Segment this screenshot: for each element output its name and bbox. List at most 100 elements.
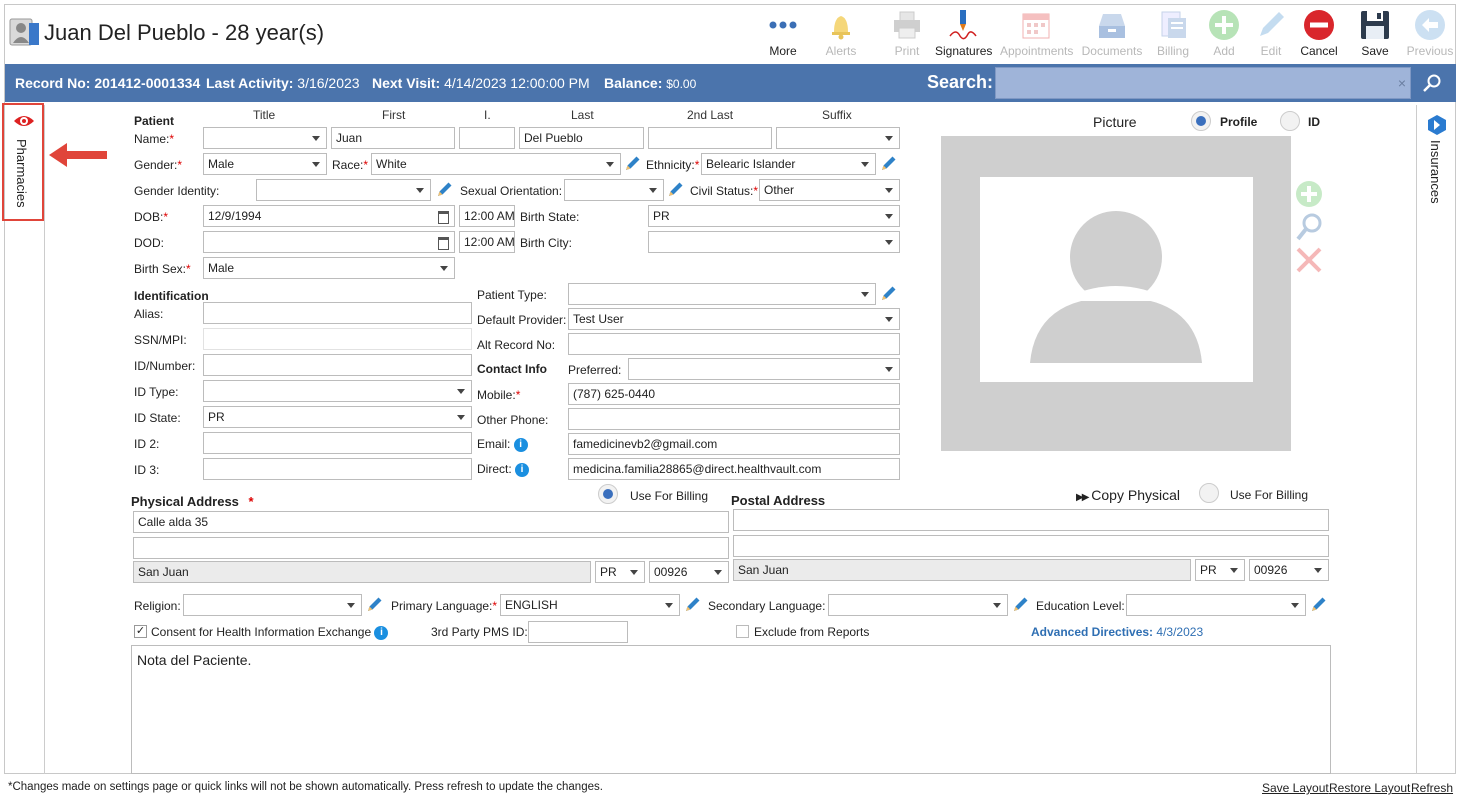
postal-address-line1[interactable] (733, 509, 1329, 531)
postal-use-billing-radio[interactable] (1199, 483, 1219, 503)
edit-patient-type-pencil-icon[interactable] (880, 284, 898, 302)
edit-primary-language-pencil-icon[interactable] (684, 595, 702, 613)
more-button[interactable]: More (755, 6, 811, 60)
birth-city-select[interactable] (648, 231, 900, 253)
patient-notes-textarea[interactable]: Nota del Paciente. (131, 645, 1331, 774)
id-state-select[interactable]: PR (203, 406, 472, 428)
print-button[interactable]: Print (879, 6, 935, 60)
exclude-reports-checkbox[interactable] (736, 625, 749, 638)
id-radio[interactable] (1280, 111, 1300, 131)
billing-icon (1161, 11, 1186, 38)
physical-city-input[interactable]: San Juan (133, 561, 591, 583)
edit-education-level-pencil-icon[interactable] (1310, 595, 1328, 613)
email-input[interactable]: famedicinevb2@gmail.com (568, 433, 900, 455)
profile-placeholder-icon (1030, 211, 1202, 363)
advanced-directives[interactable]: Advanced Directives: 4/3/2023 (1031, 625, 1203, 639)
secondary-language-select[interactable] (828, 594, 1008, 616)
edit-ethnicity-pencil-icon[interactable] (880, 154, 898, 172)
primary-language-select[interactable]: ENGLISH (500, 594, 680, 616)
education-level-select[interactable] (1126, 594, 1306, 616)
patient-type-label: Patient Type: (477, 288, 547, 302)
race-select[interactable]: White (371, 153, 621, 175)
physical-address-line1[interactable]: Calle alda 35 (133, 511, 729, 533)
edit-secondary-language-pencil-icon[interactable] (1012, 595, 1030, 613)
consent-info-icon[interactable]: i (374, 625, 389, 640)
id3-input[interactable] (203, 458, 472, 480)
gender-identity-select[interactable] (256, 179, 431, 201)
consent-checkbox[interactable]: ✓ (134, 625, 147, 638)
dob-time-input[interactable]: 12:00 AM (459, 205, 515, 227)
title-select[interactable] (203, 127, 327, 149)
profile-radio[interactable] (1191, 111, 1211, 131)
billing-button[interactable]: Billing (1145, 6, 1201, 60)
initial-input[interactable] (459, 127, 515, 149)
physical-zip-select[interactable]: 00926 (649, 561, 729, 583)
suffix-select[interactable] (776, 127, 900, 149)
id2-label: ID 2: (134, 437, 160, 451)
patient-type-select[interactable] (568, 283, 876, 305)
ssn-input[interactable] (203, 328, 472, 350)
physical-state-select[interactable]: PR (595, 561, 645, 583)
previous-button[interactable]: Previous (1402, 6, 1458, 60)
id-type-select[interactable] (203, 380, 472, 402)
alerts-button[interactable]: Alerts (813, 6, 869, 60)
alt-record-input[interactable] (568, 333, 900, 355)
copy-physical-button[interactable]: ▶▶ Copy Physical (1076, 487, 1180, 503)
id2-input[interactable] (203, 432, 472, 454)
postal-address-line2[interactable] (733, 535, 1329, 557)
dod-input[interactable] (203, 231, 455, 253)
cancel-button[interactable]: Cancel (1291, 6, 1347, 60)
insurances-tab[interactable]: Insurances (1420, 108, 1454, 218)
gender-select[interactable]: Male (203, 153, 327, 175)
birth-state-select[interactable]: PR (648, 205, 900, 227)
birth-sex-label: Birth Sex:* (134, 262, 191, 276)
civil-status-select[interactable]: Other (759, 179, 900, 201)
email-info-icon[interactable]: i (513, 437, 528, 452)
edit-race-pencil-icon[interactable] (624, 154, 642, 172)
other-phone-input[interactable] (568, 408, 900, 430)
id-number-input[interactable] (203, 354, 472, 376)
physical-use-billing-radio[interactable] (598, 484, 618, 504)
signatures-button[interactable]: Signatures (935, 6, 992, 60)
appointments-button[interactable]: Appointments (1000, 6, 1073, 60)
physical-address-line2[interactable] (133, 537, 729, 559)
alias-input[interactable] (203, 302, 472, 324)
page-title: Juan Del Pueblo - 28 year(s) (44, 20, 325, 45)
search-icon[interactable] (1421, 73, 1443, 93)
preferred-contact-select[interactable] (628, 358, 900, 380)
edit-religion-pencil-icon[interactable] (366, 595, 384, 613)
delete-picture-icon[interactable] (1295, 246, 1323, 274)
ethnicity-select[interactable]: Belearic Islander (701, 153, 876, 175)
save-button[interactable]: Save (1347, 6, 1403, 60)
default-provider-select[interactable]: Test User (568, 308, 900, 330)
refresh-link[interactable]: Refresh (1411, 781, 1453, 795)
secondary-language-label: Secondary Language: (708, 599, 826, 613)
restore-layout-link[interactable]: Restore Layout (1329, 781, 1410, 795)
direct-info-icon[interactable]: i (515, 462, 530, 477)
clear-search-icon[interactable]: × (1398, 75, 1406, 91)
documents-button[interactable]: Documents (1081, 6, 1143, 60)
pharmacies-tab[interactable]: Pharmacies (2, 103, 44, 221)
edit-gender-identity-pencil-icon[interactable] (436, 180, 454, 198)
religion-select[interactable] (183, 594, 362, 616)
dob-input[interactable]: 12/9/1994 (203, 205, 455, 227)
profile-radio-label: Profile (1220, 115, 1258, 129)
dod-time-input[interactable]: 12:00 AM (459, 231, 515, 253)
second-last-name-input[interactable] (648, 127, 772, 149)
first-name-input[interactable]: Juan (331, 127, 455, 149)
save-layout-link[interactable]: Save Layout (1262, 781, 1329, 795)
edit-sexual-orientation-pencil-icon[interactable] (667, 180, 685, 198)
zoom-picture-icon[interactable] (1295, 212, 1323, 242)
postal-zip-select[interactable]: 00926 (1249, 559, 1329, 581)
sexual-orientation-select[interactable] (564, 179, 664, 201)
last-name-input[interactable]: Del Pueblo (519, 127, 644, 149)
postal-state-select[interactable]: PR (1195, 559, 1245, 581)
third-party-pms-input[interactable] (528, 621, 628, 643)
mobile-input[interactable]: (787) 625-0440 (568, 383, 900, 405)
birth-sex-select[interactable]: Male (203, 257, 455, 279)
add-picture-icon[interactable] (1295, 180, 1323, 208)
postal-city-input[interactable]: San Juan (733, 559, 1191, 581)
direct-input[interactable]: medicina.familia28865@direct.healthvault… (568, 458, 900, 480)
search-input[interactable]: × (995, 67, 1411, 99)
picture-frame (941, 136, 1291, 451)
